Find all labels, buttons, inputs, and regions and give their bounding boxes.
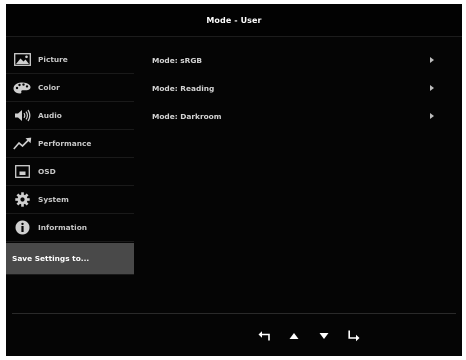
osd-menu: Mode - User Picture Color Audio Performa… <box>6 4 462 356</box>
speaker-icon <box>12 108 32 124</box>
page-title: Mode - User <box>206 15 262 25</box>
down-arrow-icon[interactable] <box>316 329 332 343</box>
mode-list: Mode: sRGB Mode: Reading Mode: Darkroom <box>152 46 442 130</box>
mode-label: Mode: sRGB <box>152 55 203 65</box>
sidebar-item-label: System <box>38 195 69 204</box>
sidebar-item-system[interactable]: System <box>6 186 134 214</box>
up-arrow-icon[interactable] <box>286 329 302 343</box>
sidebar-item-label: Picture <box>38 55 68 64</box>
sidebar: Picture Color Audio Performance OSD Syst… <box>6 46 134 275</box>
sidebar-item-save-settings[interactable]: Save Settings to... <box>6 243 134 275</box>
sidebar-item-picture[interactable]: Picture <box>6 46 134 74</box>
sidebar-item-label: Color <box>38 83 60 92</box>
back-arrow-icon[interactable] <box>256 329 272 343</box>
sidebar-item-performance[interactable]: Performance <box>6 130 134 158</box>
palette-icon <box>12 80 32 96</box>
mode-reading-item[interactable]: Mode: Reading <box>152 74 442 102</box>
trend-chart-icon <box>12 136 32 152</box>
sidebar-item-information[interactable]: Information <box>6 214 134 242</box>
sidebar-item-color[interactable]: Color <box>6 74 134 102</box>
sidebar-item-osd[interactable]: OSD <box>6 158 134 186</box>
bottom-divider <box>12 313 456 314</box>
navigation-bar <box>256 329 376 343</box>
mode-label: Mode: Darkroom <box>152 111 222 121</box>
chevron-right-icon <box>430 57 434 63</box>
sidebar-item-label: OSD <box>38 167 56 176</box>
chevron-right-icon <box>430 85 434 91</box>
mode-label: Mode: Reading <box>152 83 215 93</box>
sidebar-item-audio[interactable]: Audio <box>6 102 134 130</box>
osd-window-icon <box>12 164 32 180</box>
mode-darkroom-item[interactable]: Mode: Darkroom <box>152 102 442 130</box>
info-icon <box>12 220 32 236</box>
picture-icon <box>12 52 32 68</box>
sidebar-item-label: Save Settings to... <box>12 254 90 263</box>
sidebar-item-label: Performance <box>38 139 92 148</box>
sidebar-item-label: Audio <box>38 111 62 120</box>
chevron-right-icon <box>430 113 434 119</box>
sidebar-item-label: Information <box>38 223 88 232</box>
title-bar: Mode - User <box>6 4 462 37</box>
mode-srgb-item[interactable]: Mode: sRGB <box>152 46 442 74</box>
gear-icon <box>12 192 32 208</box>
enter-arrow-icon[interactable] <box>346 329 362 343</box>
